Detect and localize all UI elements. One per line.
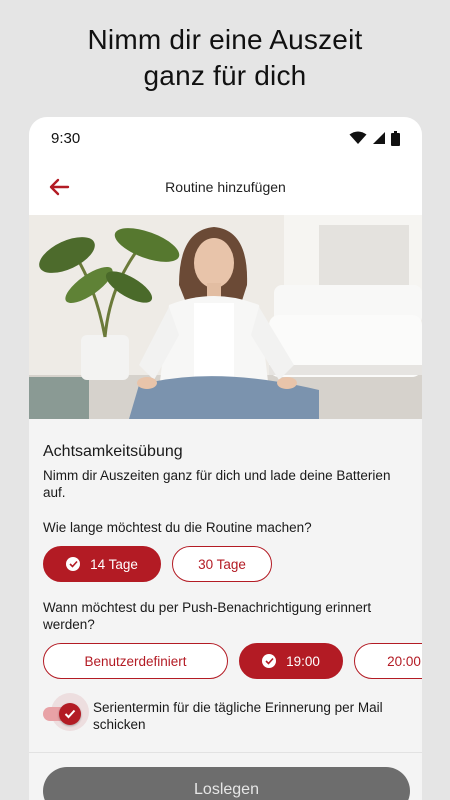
chip-label: 14 Tage	[90, 556, 138, 572]
reminder-question: Wann möchtest du per Push-Benachrichtigu…	[43, 600, 372, 632]
chip-label: 20:00	[387, 653, 421, 669]
routine-description: Nimm dir Auszeiten ganz für dich und lad…	[43, 468, 391, 500]
mail-toggle[interactable]	[43, 693, 89, 731]
duration-option-30-days[interactable]: 30 Tage	[172, 546, 272, 582]
chip-label: 19:00	[286, 653, 320, 669]
arrow-left-icon	[49, 178, 70, 196]
chip-label: Benutzerdefiniert	[84, 653, 187, 669]
duration-options: 14 Tage 30 Tage	[43, 546, 408, 582]
start-button-label: Loslegen	[194, 781, 259, 798]
check-circle-icon	[262, 654, 277, 668]
routine-title: Achtsamkeitsübung	[43, 443, 183, 460]
wifi-icon	[349, 131, 367, 144]
headline: Nimm dir eine Auszeit ganz für dich	[0, 22, 450, 94]
check-circle-icon	[66, 557, 81, 571]
status-bar: 9:30	[29, 117, 422, 159]
reminder-option-1900[interactable]: 19:00	[239, 643, 343, 679]
mail-toggle-row: Serientermin für die tägliche Erinnerung…	[43, 693, 408, 733]
cell-signal-icon	[373, 132, 385, 144]
headline-line-2: ganz für dich	[143, 60, 307, 91]
start-button[interactable]: Loslegen	[43, 767, 410, 800]
duration-option-14-days[interactable]: 14 Tage	[43, 546, 161, 582]
headline-line-1: Nimm dir eine Auszeit	[87, 24, 363, 55]
status-icons	[349, 130, 400, 146]
duration-question: Wie lange möchtest du die Routine machen…	[43, 520, 312, 535]
check-icon	[64, 709, 76, 719]
back-button[interactable]	[43, 171, 75, 203]
reminder-options: Benutzerdefiniert 19:00 20:00	[43, 643, 422, 679]
phone-screen: 9:30 Routine hinzufügen Achtsamkeitsübun…	[29, 117, 422, 800]
app-bar: Routine hinzufügen	[29, 159, 422, 215]
page-title: Routine hinzufügen	[165, 179, 286, 195]
toggle-knob	[59, 703, 81, 725]
footer: Loslegen	[29, 752, 422, 800]
hero-image	[29, 215, 422, 419]
status-time: 9:30	[51, 129, 81, 147]
chip-label: 30 Tage	[198, 556, 246, 572]
mail-toggle-label: Serientermin für die tägliche Erinnerung…	[93, 700, 383, 732]
meditating-woman-image	[29, 215, 422, 419]
reminder-option-custom[interactable]: Benutzerdefiniert	[43, 643, 228, 679]
reminder-option-2000[interactable]: 20:00	[354, 643, 422, 679]
routine-form: Achtsamkeitsübung Nimm dir Auszeiten gan…	[29, 443, 422, 733]
battery-icon	[391, 130, 400, 146]
